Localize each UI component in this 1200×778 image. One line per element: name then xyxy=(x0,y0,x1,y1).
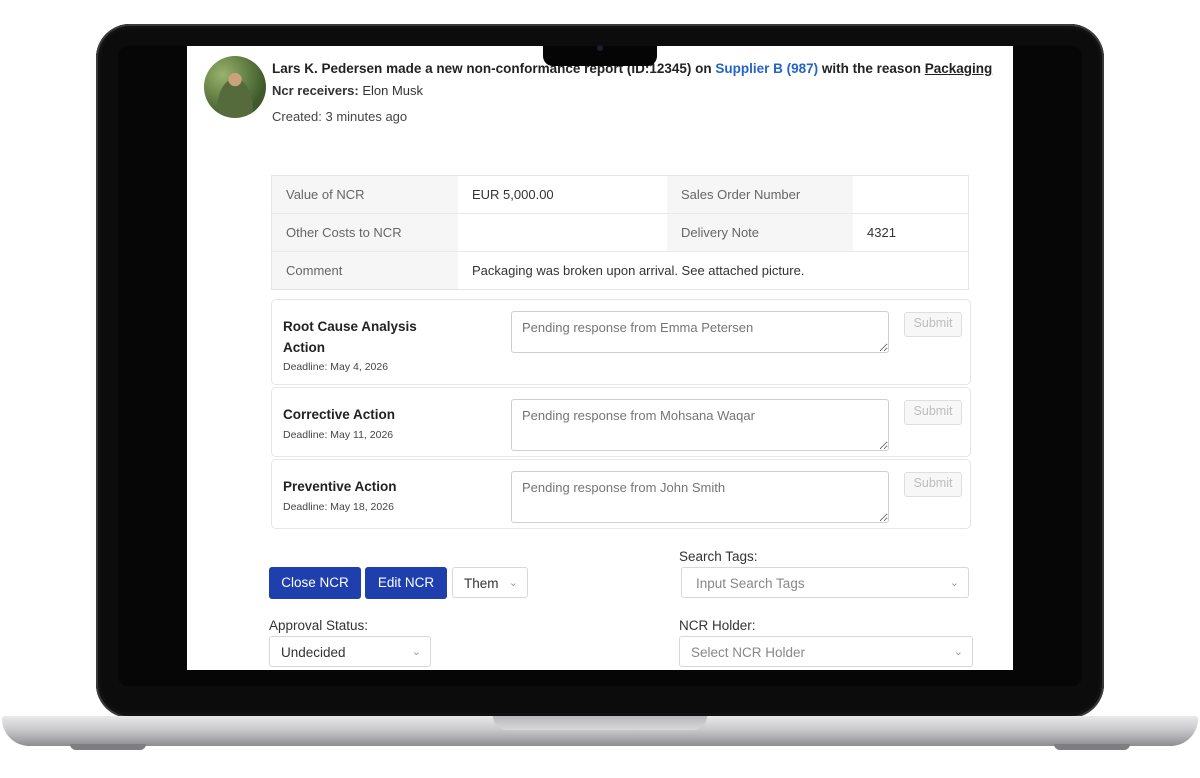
sales-order-field xyxy=(853,175,969,214)
ncr-receivers: Ncr receivers: Elon Musk xyxy=(272,83,423,98)
ncr-info-table: Value of NCR EUR 5,000.00 Sales Order Nu… xyxy=(271,175,969,290)
action-card-root-cause: Root Cause Analysis Action Deadline: May… xyxy=(271,299,971,385)
other-costs-label: Other Costs to NCR xyxy=(271,213,458,252)
delivery-note-field: 4321 xyxy=(853,213,969,252)
chevron-down-icon: ⌄ xyxy=(953,646,963,658)
receivers-value: Elon Musk xyxy=(358,83,424,98)
camera-icon xyxy=(597,45,603,51)
search-tags-input[interactable]: Input Search Tags ⌄ xyxy=(681,567,969,598)
info-row: Value of NCR EUR 5,000.00 Sales Order Nu… xyxy=(271,175,969,214)
response-input[interactable] xyxy=(511,311,889,353)
approval-status-label: Approval Status: xyxy=(269,618,369,633)
ncr-holder-placeholder: Select NCR Holder xyxy=(691,645,806,660)
screen: Lars K. Pedersen made a new non-conforma… xyxy=(187,46,1013,670)
author-name[interactable]: Lars K. Pedersen xyxy=(272,61,382,76)
avatar xyxy=(204,56,266,118)
chevron-down-icon: ⌄ xyxy=(411,646,421,658)
action-title: Root Cause Analysis Action xyxy=(283,319,417,355)
submit-button[interactable]: Submit xyxy=(904,400,962,425)
action-title: Corrective Action xyxy=(283,407,396,422)
supplier-link[interactable]: Supplier B (987) xyxy=(715,61,818,76)
laptop-foot-left xyxy=(70,744,146,750)
action-deadline: Deadline: May 11, 2026 xyxy=(283,429,394,441)
comment-label: Comment xyxy=(271,251,458,290)
response-input[interactable] xyxy=(511,471,889,523)
them-select-value: Them xyxy=(464,576,499,591)
sales-order-label: Sales Order Number xyxy=(667,175,853,214)
search-tags-label: Search Tags: xyxy=(679,549,758,564)
chevron-down-icon: ⌄ xyxy=(949,577,959,589)
close-ncr-button[interactable]: Close NCR xyxy=(269,567,361,599)
headline-reason-text: with the reason xyxy=(818,61,925,76)
submit-button[interactable]: Submit xyxy=(904,472,962,497)
approval-status-value: Undecided xyxy=(281,645,346,660)
value-label: Value of NCR xyxy=(271,175,458,214)
action-deadline: Deadline: May 4, 2026 xyxy=(283,361,389,373)
comment-field: Packaging was broken upon arrival. See a… xyxy=(472,263,805,278)
info-row: Other Costs to NCR Delivery Note 4321 xyxy=(271,213,969,252)
submit-button[interactable]: Submit xyxy=(904,312,962,337)
reason-link[interactable]: Packaging xyxy=(925,61,993,76)
delivery-note-label: Delivery Note xyxy=(667,213,853,252)
action-card-preventive: Preventive Action Deadline: May 18, 2026… xyxy=(271,459,971,529)
other-costs-field xyxy=(458,213,667,252)
chevron-down-icon: ⌄ xyxy=(508,577,518,589)
action-card-corrective: Corrective Action Deadline: May 11, 2026… xyxy=(271,387,971,457)
ncr-holder-select[interactable]: Select NCR Holder ⌄ xyxy=(679,636,973,667)
receivers-label: Ncr receivers: xyxy=(272,83,359,98)
info-row: Comment Packaging was broken upon arriva… xyxy=(271,251,969,290)
search-tags-placeholder: Input Search Tags xyxy=(696,576,805,591)
ncr-holder-label: NCR Holder: xyxy=(679,618,756,633)
approval-status-select[interactable]: Undecided ⌄ xyxy=(269,636,431,667)
response-input[interactable] xyxy=(511,399,889,451)
action-deadline: Deadline: May 18, 2026 xyxy=(283,501,394,513)
laptop-foot-right xyxy=(1054,744,1130,750)
value-field: EUR 5,000.00 xyxy=(458,175,667,214)
action-title: Preventive Action xyxy=(283,479,397,494)
edit-ncr-button[interactable]: Edit NCR xyxy=(365,567,447,599)
created-time: Created: 3 minutes ago xyxy=(272,109,408,124)
them-select[interactable]: Them ⌄ xyxy=(452,567,528,598)
laptop-base-notch xyxy=(493,716,707,730)
